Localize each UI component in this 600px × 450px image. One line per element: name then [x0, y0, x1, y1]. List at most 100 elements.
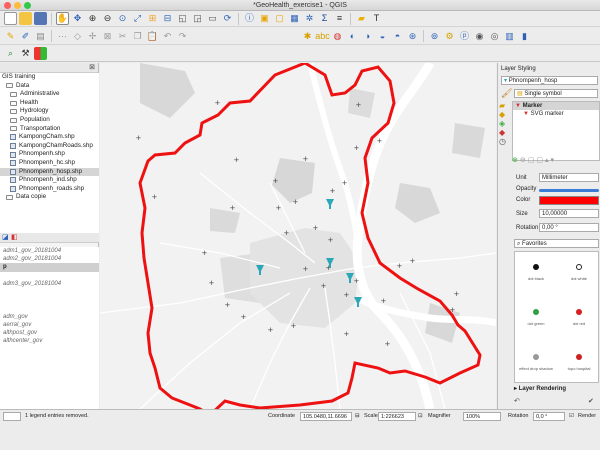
move-feature-icon[interactable]: ✢	[86, 30, 99, 43]
health-center-marker[interactable]: +	[276, 204, 282, 212]
delete-selected-icon[interactable]: ⊠	[101, 30, 114, 43]
remove-symbol-button[interactable]: ⊖	[520, 156, 526, 166]
minimize-window-button[interactable]	[14, 2, 21, 9]
statistics-icon[interactable]: Σ	[318, 12, 331, 25]
layer-item[interactable]: aerral_gov	[0, 321, 99, 329]
render-checkbox[interactable]: ☑	[569, 412, 574, 421]
refresh-icon[interactable]: ⟳	[221, 12, 234, 25]
symbol-swatch[interactable]: dot green	[515, 309, 557, 326]
health-center-marker[interactable]: +	[354, 277, 360, 285]
layer-item[interactable]: adm_gov	[0, 313, 99, 321]
label-rotate-icon[interactable]: ◑	[361, 30, 374, 43]
zoom-selection-icon[interactable]: ⊞	[146, 12, 159, 25]
health-center-marker[interactable]: +	[273, 177, 279, 185]
undo-style-icon[interactable]: ↶	[514, 397, 520, 405]
unit-select[interactable]: Millimeter	[539, 173, 599, 182]
shapefile-item[interactable]: KampongCham.shp	[0, 133, 99, 142]
opacity-slider[interactable]	[539, 189, 599, 192]
tree-root[interactable]: GIS training	[0, 73, 99, 82]
health-center-marker[interactable]: +	[152, 193, 158, 201]
layer-rendering-section[interactable]: ▸ Layer Rendering	[514, 385, 566, 392]
health-center-marker[interactable]: +	[410, 257, 416, 265]
color-button[interactable]	[539, 196, 599, 205]
health-center-marker[interactable]: +	[202, 249, 208, 257]
labels-tab-icon[interactable]: ◆	[499, 110, 510, 119]
folder-item[interactable]: Transportation	[0, 125, 99, 134]
shapefile-item[interactable]: Phnompenh_hc.shp	[0, 159, 99, 168]
health-center-marker[interactable]: +	[303, 155, 309, 163]
annotation-icon[interactable]: ▰	[355, 12, 368, 25]
label-tool-icon[interactable]: ✱	[301, 30, 314, 43]
health-center-marker[interactable]: +	[342, 179, 348, 187]
identify-icon[interactable]: ⓘ	[243, 12, 256, 25]
health-center-marker[interactable]: +	[230, 204, 236, 212]
layer-item[interactable]: althpost_gov	[0, 329, 99, 337]
health-center-marker[interactable]: +	[385, 340, 391, 348]
deselect-icon[interactable]: ▢	[273, 12, 286, 25]
symbol-swatch[interactable]: topo hospital	[558, 354, 598, 371]
measure-icon[interactable]: ≡	[333, 12, 346, 25]
zoom-full-icon[interactable]: ⤢	[131, 12, 144, 25]
health-center-marker[interactable]: +	[330, 187, 336, 195]
health-center-marker[interactable]: +	[284, 229, 290, 237]
layer-item[interactable]	[0, 288, 99, 296]
mask-tab-icon[interactable]: ◈	[499, 119, 510, 128]
zoom-window-button[interactable]	[24, 2, 31, 9]
apply-style-icon[interactable]: ✔	[588, 397, 594, 405]
label-show-icon[interactable]: ◓	[391, 30, 404, 43]
toggle-edit-icon[interactable]: ✐	[19, 30, 32, 43]
processing-icon[interactable]: ⚙	[443, 30, 456, 43]
health-center-marker[interactable]: +	[291, 322, 297, 330]
layer-item[interactable]	[0, 304, 99, 312]
folder-item[interactable]: Health	[0, 99, 99, 108]
folder-item[interactable]: Data	[0, 82, 99, 91]
layer-item[interactable]	[0, 296, 99, 304]
size-input[interactable]: 10,00000	[539, 209, 599, 218]
pan-to-selection-icon[interactable]: ✥	[71, 12, 84, 25]
plugin-a-icon[interactable]: ◉	[473, 30, 486, 43]
rotation-input[interactable]: 0,00 °	[539, 223, 599, 232]
health-center-marker[interactable]: +	[397, 262, 403, 270]
favorites-select[interactable]: ⌕ Favorites	[514, 239, 599, 248]
health-center-marker[interactable]: +	[215, 99, 221, 107]
health-center-marker[interactable]: +	[377, 137, 383, 145]
label-highlight-icon[interactable]: ◍	[331, 30, 344, 43]
folder-item[interactable]: Data copie	[0, 193, 99, 202]
map-canvas[interactable]: + + + + + + + + + + + + + + + + + + + + + + + + + + + + + + + + + + +	[100, 63, 496, 409]
zoom-native-icon[interactable]: ⊙	[116, 12, 129, 25]
label-props-icon[interactable]: ⊛	[406, 30, 419, 43]
pan-map-icon[interactable]: ✋	[56, 12, 69, 25]
health-center-marker[interactable]: +	[225, 301, 231, 309]
zoom-last-icon[interactable]: ◱	[176, 12, 189, 25]
health-center-marker[interactable]: +	[234, 156, 240, 164]
shapefile-item[interactable]: Phnompenh_hosp.shp	[0, 167, 99, 177]
layer-item[interactable]: adm2_gov_20181004	[0, 255, 99, 263]
shapefile-item[interactable]: Phnompenh.shp	[0, 150, 99, 159]
open-project-icon[interactable]	[19, 12, 32, 25]
health-center-marker[interactable]: +	[454, 290, 460, 298]
close-browser-icon[interactable]: ⊠	[89, 63, 95, 71]
layer-item[interactable]: adm3_gov_20181004	[0, 280, 99, 288]
zoom-next-icon[interactable]: ◲	[191, 12, 204, 25]
lock-button[interactable]: ▢	[528, 156, 535, 166]
remove-layer-icon[interactable]: ◧	[11, 233, 18, 241]
save-project-icon[interactable]	[34, 12, 47, 25]
history-tab-icon[interactable]: ◷	[499, 137, 510, 146]
health-center-marker[interactable]: +	[328, 236, 334, 244]
folder-item[interactable]: Administrative	[0, 90, 99, 99]
3d-tab-icon[interactable]: ◆	[499, 128, 510, 137]
digitize-icon[interactable]: ⋯	[56, 30, 69, 43]
save-edits-icon[interactable]: ▤	[34, 30, 47, 43]
symbol-swatch[interactable]: dot black	[515, 264, 557, 281]
settings-icon[interactable]: ✲	[303, 12, 316, 25]
health-center-marker[interactable]: +	[344, 330, 350, 338]
health-center-marker[interactable]: +	[293, 198, 299, 206]
zoom-layer-icon[interactable]: ⊟	[161, 12, 174, 25]
health-center-marker[interactable]: +	[381, 297, 387, 305]
folder-item[interactable]: Population	[0, 116, 99, 125]
health-center-marker[interactable]: +	[313, 224, 319, 232]
symbology-tab-icon[interactable]: ▰	[499, 101, 510, 110]
new-project-icon[interactable]	[4, 12, 17, 25]
coordinate-field[interactable]: 105.0480,11.6696	[300, 412, 352, 421]
vertex-tool-icon[interactable]: ◇	[71, 30, 84, 43]
